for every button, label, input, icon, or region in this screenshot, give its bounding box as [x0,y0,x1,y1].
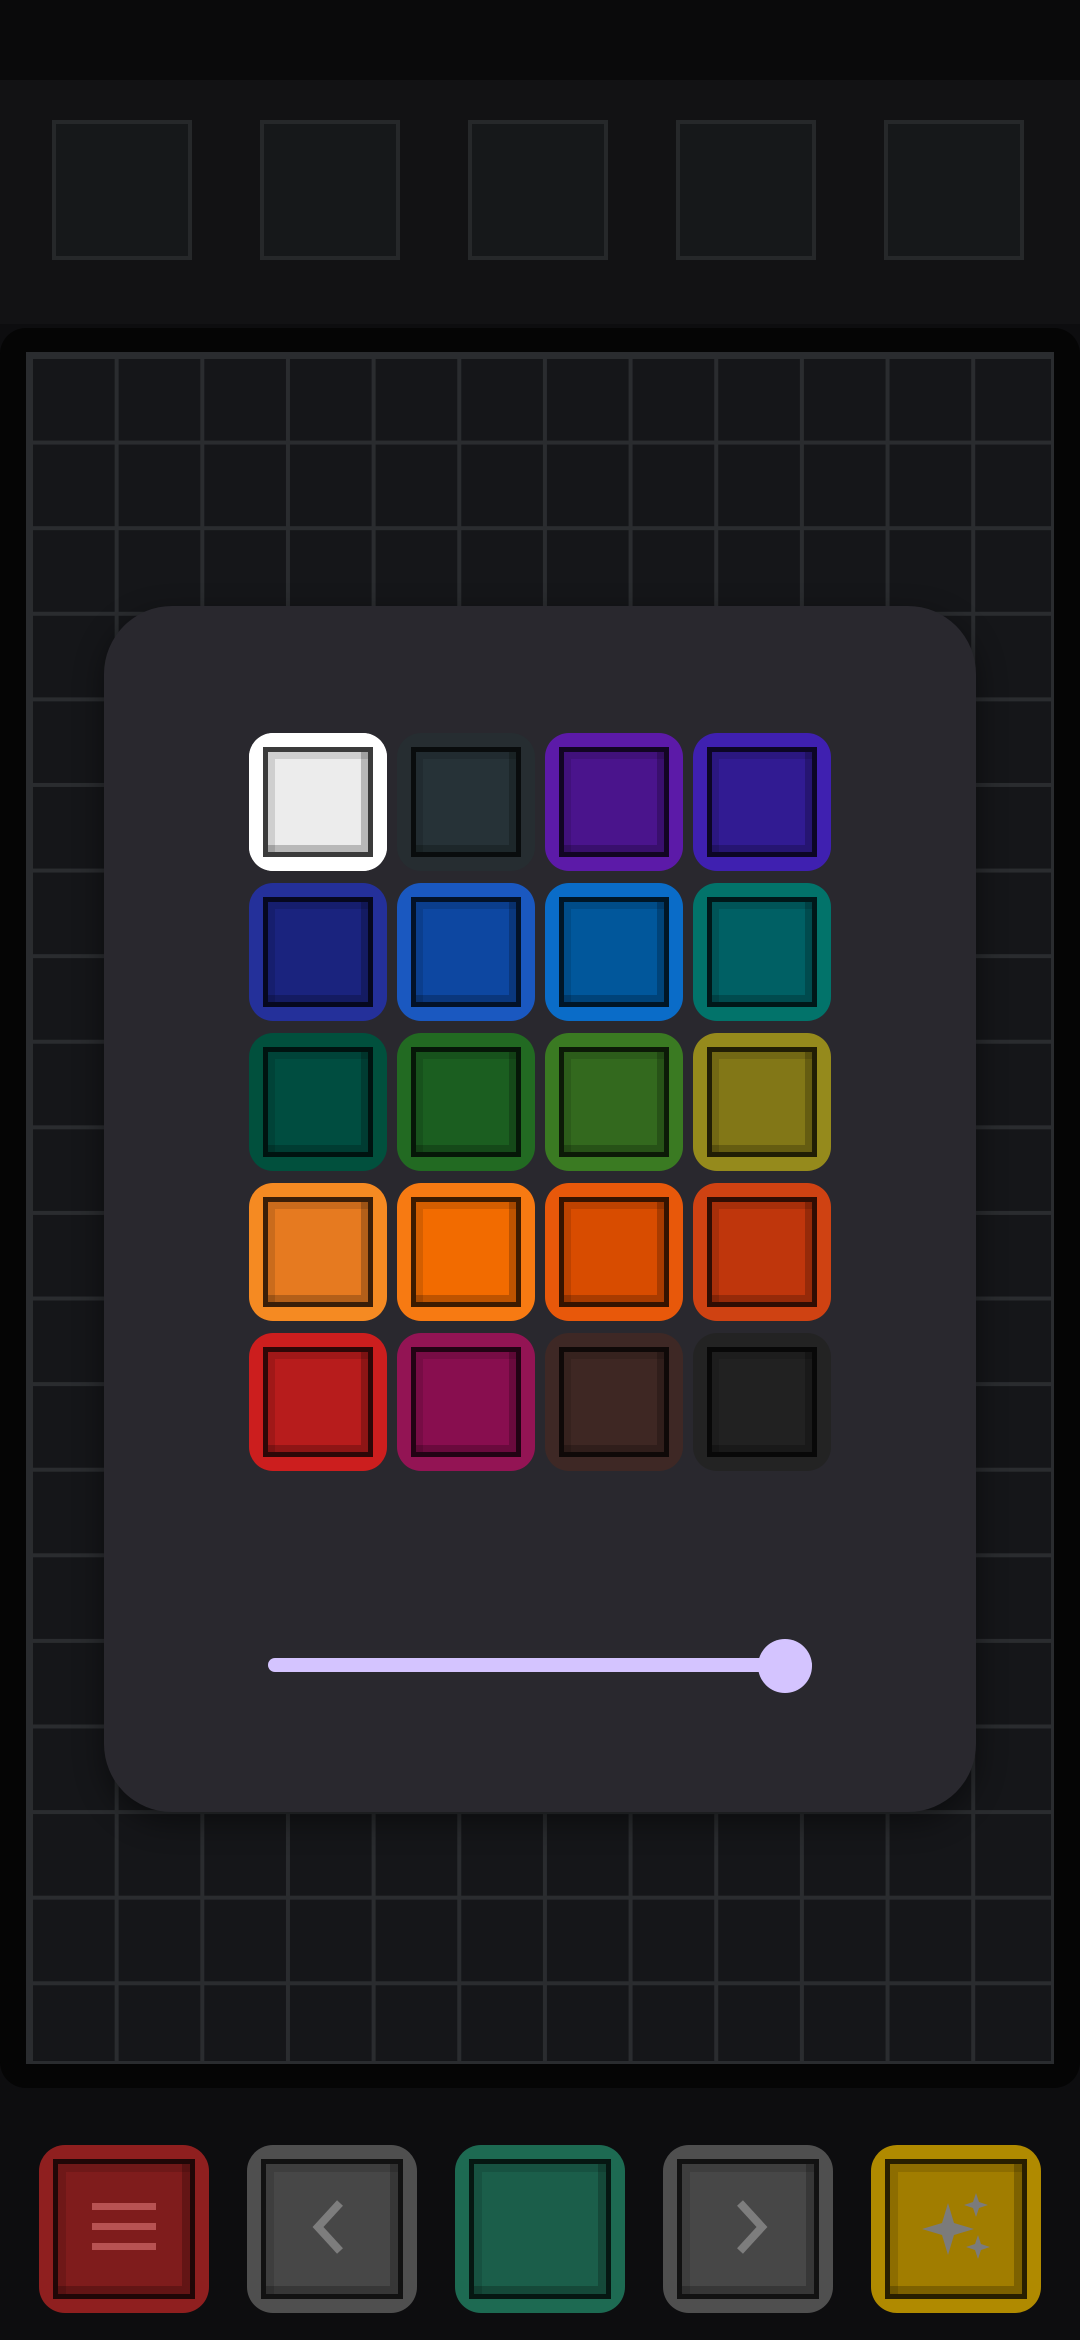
swatch-face [411,1347,521,1457]
swatch-face [559,1197,669,1307]
target-slot-1[interactable] [52,120,192,260]
color-swatch-light-blue[interactable] [545,883,683,1021]
swatch-face [411,747,521,857]
target-slot-3[interactable] [468,120,608,260]
menu-button[interactable] [39,2145,209,2313]
swatch-face [263,1197,373,1307]
swatch-face [707,1047,817,1157]
previous-button[interactable] [247,2145,417,2313]
swatch-face [559,1047,669,1157]
color-swatch-olive[interactable] [693,1033,831,1171]
color-swatch-navy[interactable] [249,883,387,1021]
status-bar [0,0,1080,80]
brightness-slider-track[interactable] [268,1658,812,1672]
target-slot-5[interactable] [884,120,1024,260]
sparkles-icon [918,2189,994,2270]
swatch-face [263,1347,373,1457]
color-swatch-charcoal[interactable] [693,1333,831,1471]
swatch-face [263,1047,373,1157]
color-swatch-green[interactable] [397,1033,535,1171]
chevron-right-icon [710,2189,786,2270]
magic-button[interactable] [871,2145,1041,2313]
swatch-face [559,897,669,1007]
color-swatch-amber-orange[interactable] [249,1183,387,1321]
menu-icon [86,2189,162,2270]
color-swatch-deep-purple[interactable] [545,733,683,871]
previous-button-face [261,2159,403,2299]
chevron-left-icon [294,2189,370,2270]
swatch-face [411,1197,521,1307]
menu-button-face [53,2159,195,2299]
swatch-face [707,1197,817,1307]
color-swatch-blue[interactable] [397,883,535,1021]
swatch-face [411,897,521,1007]
color-swatch-slate[interactable] [397,733,535,871]
color-swatch-orange[interactable] [397,1183,535,1321]
next-button-face [677,2159,819,2299]
swatch-face [559,1347,669,1457]
swatch-face [263,747,373,857]
next-button[interactable] [663,2145,833,2313]
color-swatch-red[interactable] [249,1333,387,1471]
color-swatch-white[interactable] [249,733,387,871]
swatch-face [559,747,669,857]
color-swatch-olive-green[interactable] [545,1033,683,1171]
color-picker-panel [104,606,976,1812]
color-swatch-dark-green[interactable] [249,1033,387,1171]
target-slot-4[interactable] [676,120,816,260]
brightness-slider-thumb[interactable] [757,1639,812,1693]
swatch-face [411,1047,521,1157]
swatch-face [707,747,817,857]
swatch-face [707,1347,817,1457]
color-swatch-rust[interactable] [693,1183,831,1321]
color-swatch-magenta[interactable] [397,1333,535,1471]
swatch-face [707,897,817,1007]
magic-button-face [885,2159,1027,2299]
current-color-button[interactable] [455,2145,625,2313]
color-swatch-deep-orange[interactable] [545,1183,683,1321]
target-slot-2[interactable] [260,120,400,260]
current-color-button-face [469,2159,611,2299]
color-swatch-brown[interactable] [545,1333,683,1471]
swatch-face [263,897,373,1007]
color-swatch-indigo[interactable] [693,733,831,871]
color-swatch-teal[interactable] [693,883,831,1021]
